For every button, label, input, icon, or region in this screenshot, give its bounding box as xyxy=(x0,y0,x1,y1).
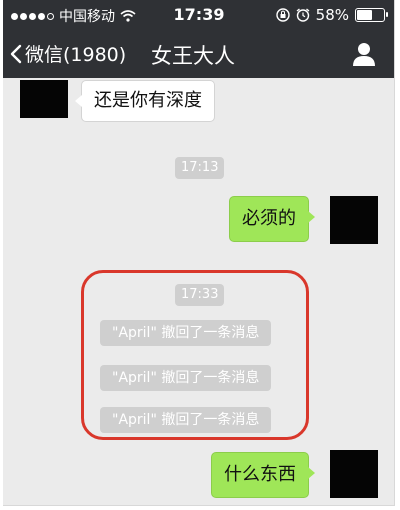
chevron-left-icon xyxy=(10,44,22,63)
incoming-message[interactable]: 还是你有深度 xyxy=(75,80,215,122)
my-avatar[interactable] xyxy=(330,196,378,244)
wifi-icon xyxy=(120,10,136,22)
battery-icon xyxy=(355,8,388,22)
back-button[interactable]: 微信(1980) xyxy=(9,40,126,67)
signal-strength-icon xyxy=(11,12,54,20)
my-avatar[interactable] xyxy=(330,450,378,498)
alarm-icon xyxy=(296,8,310,22)
message-timestamp: 17:13 xyxy=(175,157,225,179)
wechat-chat-screen: 中国移动 17:39 58% 微信(1980) 女王大人 还是你有深度 17:1… xyxy=(3,0,395,506)
carrier-name: 中国移动 xyxy=(59,9,115,25)
recall-notice: "April" 撤回了一条消息 xyxy=(100,320,272,346)
outgoing-message[interactable]: 什么东西 xyxy=(211,452,315,498)
recall-notice: "April" 撤回了一条消息 xyxy=(100,407,272,433)
rotation-lock-icon xyxy=(275,8,290,22)
message-timestamp: 17:33 xyxy=(175,284,225,306)
status-bar: 中国移动 17:39 58% xyxy=(3,0,394,30)
battery-level xyxy=(357,10,372,20)
person-icon[interactable] xyxy=(351,41,377,67)
battery-percent: 58% xyxy=(315,6,349,24)
outgoing-message[interactable]: 必须的 xyxy=(229,196,315,242)
nav-bar: 微信(1980) 女王大人 xyxy=(3,30,394,78)
back-label: 微信(1980) xyxy=(25,44,127,66)
recall-notice: "April" 撤回了一条消息 xyxy=(100,365,272,391)
chat-title: 女王大人 xyxy=(151,44,235,68)
contact-avatar[interactable] xyxy=(20,80,68,118)
